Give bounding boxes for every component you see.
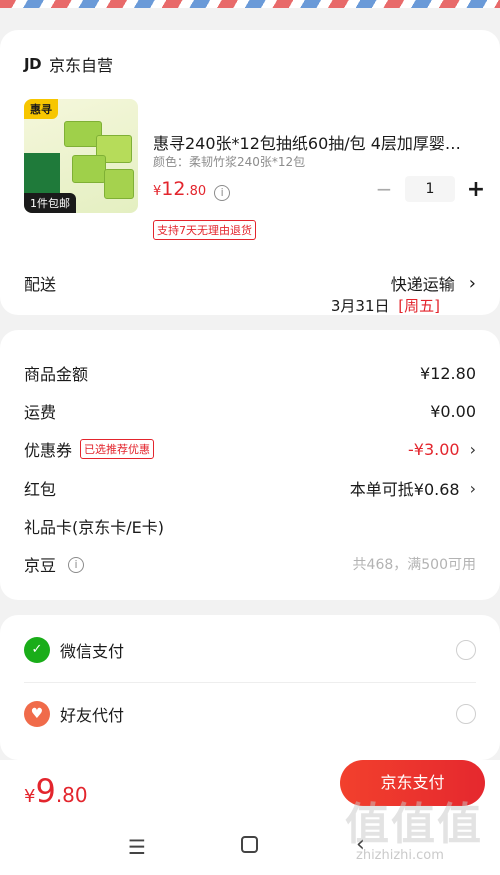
delivery-date-text: 3月31日 bbox=[330, 297, 390, 315]
payment-option-friend-pay[interactable]: ♥ 好友代付 bbox=[24, 700, 476, 728]
increase-quantity-button[interactable]: + bbox=[465, 177, 487, 202]
jd-beans-row: 京豆 i 共468，满500可用 bbox=[24, 552, 476, 576]
tissue-pack-image bbox=[104, 169, 134, 199]
payment-option-label: 好友代付 bbox=[60, 706, 125, 725]
delivery-weekday: [周五] bbox=[398, 297, 440, 315]
info-icon[interactable]: i bbox=[214, 185, 231, 201]
menu-icon[interactable]: ☰ bbox=[128, 835, 146, 859]
free-shipping-tag: 1件包邮 bbox=[24, 193, 76, 213]
total-integer: 9 bbox=[35, 772, 56, 810]
shipping-label: 配送 bbox=[24, 275, 57, 294]
total-currency: ¥ bbox=[24, 786, 36, 807]
airmail-border bbox=[0, 0, 500, 8]
product-thumbnail[interactable]: 惠寻 1件包邮 bbox=[24, 99, 138, 213]
decrease-quantity-button[interactable]: − bbox=[373, 177, 395, 201]
jd-beans-label-group: 京豆 i bbox=[24, 552, 85, 576]
payment-option-label: 微信支付 bbox=[60, 642, 125, 661]
product-spec: 颜色：柔韧竹浆240张*12包 bbox=[153, 155, 306, 169]
gift-card-row[interactable]: 礼品卡(京东卡/E卡) bbox=[24, 514, 476, 538]
row-value: 共468，满500可用 bbox=[352, 557, 476, 573]
payment-option-label-group: ♥ 好友代付 bbox=[24, 701, 124, 727]
wechat-icon: ✓ bbox=[24, 637, 50, 663]
home-icon[interactable] bbox=[241, 836, 258, 853]
system-nav-bar: ☰ ‹ bbox=[0, 830, 500, 860]
quantity-input[interactable]: 1 bbox=[405, 176, 455, 202]
row-value: 本单可抵¥0.68 bbox=[349, 480, 460, 499]
price-decimal: .80 bbox=[185, 184, 207, 199]
brand-tag: 惠寻 bbox=[24, 99, 58, 119]
row-label: 商品金额 bbox=[24, 365, 89, 384]
shop-name: 京东自营 bbox=[49, 56, 114, 75]
friend-pay-icon: ♥ bbox=[24, 701, 50, 727]
shop-header[interactable]: JD 京东自营 bbox=[24, 52, 113, 76]
back-icon[interactable]: ‹ bbox=[356, 832, 365, 857]
row-label: 优惠券 bbox=[24, 441, 73, 460]
payment-option-wechat[interactable]: ✓ 微信支付 bbox=[24, 636, 476, 664]
return-policy-badge: 支持7天无理由退货 bbox=[153, 220, 256, 240]
total-decimal: .80 bbox=[55, 783, 88, 807]
delivery-date[interactable]: 3月31日 [周五] bbox=[331, 295, 440, 316]
chevron-right-icon: › bbox=[469, 478, 476, 498]
row-value: ¥0.00 bbox=[430, 401, 476, 421]
shipping-method-selector[interactable]: 快递运输 › bbox=[391, 271, 476, 295]
info-icon[interactable]: i bbox=[68, 557, 85, 573]
chevron-right-icon: › bbox=[469, 439, 476, 459]
row-label: 京豆 bbox=[24, 556, 57, 575]
goods-amount-row: 商品金额 ¥12.80 bbox=[24, 361, 476, 385]
price-integer: 12 bbox=[161, 178, 186, 200]
coupon-label-group: 优惠券 已选推荐优惠 bbox=[24, 437, 155, 461]
payment-option-label-group: ✓ 微信支付 bbox=[24, 637, 124, 663]
row-label: 运费 bbox=[24, 403, 57, 422]
recommended-discount-badge: 已选推荐优惠 bbox=[80, 439, 155, 459]
payment-radio[interactable] bbox=[456, 640, 476, 660]
checkout-bar: ¥ 9 .80 京东支付 值值值 zhizhizhi.com ☰ ‹ bbox=[0, 760, 500, 875]
order-item-card: JD 京东自营 惠寻 1件包邮 惠寻240张*12包抽纸60抽/包 4层加厚婴…… bbox=[0, 30, 500, 315]
coupon-value-group: -¥3.00 › bbox=[408, 440, 476, 459]
payment-radio[interactable] bbox=[456, 704, 476, 724]
chevron-right-icon: › bbox=[468, 272, 476, 294]
quantity-stepper: − 1 + bbox=[373, 176, 487, 202]
price-currency: ¥ bbox=[153, 184, 162, 199]
row-value: ¥12.80 bbox=[420, 363, 476, 383]
product-price: ¥ 12 .80 i bbox=[153, 178, 231, 201]
total-price: ¥ 9 .80 bbox=[24, 772, 88, 810]
payment-options-card: ✓ 微信支付 ♥ 好友代付 bbox=[0, 615, 500, 760]
row-label: 红包 bbox=[24, 480, 57, 499]
product-title[interactable]: 惠寻240张*12包抽纸60抽/包 4层加厚婴… bbox=[153, 130, 473, 154]
price-summary-card: 商品金额 ¥12.80 运费 ¥0.00 优惠券 已选推荐优惠 -¥3.00 ›… bbox=[0, 330, 500, 600]
divider bbox=[24, 682, 476, 683]
shipping-method: 快递运输 bbox=[390, 275, 455, 294]
jd-logo-icon: JD bbox=[24, 55, 42, 73]
coupon-row[interactable]: 优惠券 已选推荐优惠 -¥3.00 › bbox=[24, 437, 476, 461]
row-label: 礼品卡(京东卡/E卡) bbox=[24, 518, 164, 537]
red-packet-row[interactable]: 红包 本单可抵¥0.68 › bbox=[24, 476, 476, 500]
red-packet-value-group: 本单可抵¥0.68 › bbox=[350, 476, 476, 500]
freight-row: 运费 ¥0.00 bbox=[24, 399, 476, 423]
row-value: -¥3.00 bbox=[408, 439, 460, 459]
tissue-pack-image bbox=[72, 155, 106, 183]
